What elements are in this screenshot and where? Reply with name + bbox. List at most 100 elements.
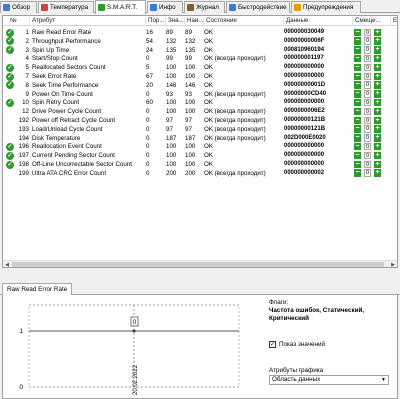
increment-shift-button[interactable]: + xyxy=(374,142,381,151)
increment-shift-button[interactable]: + xyxy=(374,160,381,168)
shift-value-field[interactable]: 0 xyxy=(364,63,371,72)
table-row[interactable]: ✓ 2 Throughput Performance 54 132 132 OK 000000… xyxy=(3,37,397,46)
scroll-thumb[interactable] xyxy=(12,262,384,267)
decrement-shift-button[interactable]: − xyxy=(354,116,361,124)
tab-6[interactable]: Предупреждения xyxy=(291,1,361,13)
shift-value-field[interactable]: 0 xyxy=(364,54,371,63)
shift-value-field[interactable]: 0 xyxy=(364,151,371,160)
increment-shift-button[interactable]: + xyxy=(374,107,381,116)
shift-value-field[interactable]: 0 xyxy=(364,125,371,133)
shift-value-field[interactable]: 0 xyxy=(364,98,371,107)
shift-value-field[interactable]: 0 xyxy=(364,107,371,116)
table-row[interactable]: 199 Ultra ATA CRC Error Count 0 200 200 OK (в… xyxy=(3,169,397,178)
decrement-shift-button[interactable]: − xyxy=(354,81,361,89)
table-row[interactable]: ✓ 1 Raw Read Error Rate 16 89 89 OK 00000003004… xyxy=(3,28,397,37)
shift-value-field[interactable]: 0 xyxy=(364,46,371,54)
increment-shift-button[interactable]: + xyxy=(374,28,381,36)
increment-shift-button[interactable]: + xyxy=(374,116,381,124)
decrement-shift-button[interactable]: − xyxy=(354,160,361,168)
table-row[interactable]: 194 Disk Temperature 0 187 187 OK (всегда про… xyxy=(3,134,397,143)
table-row[interactable]: 192 Power off Retract Cycle Count 0 97 97 OK … xyxy=(3,116,397,125)
shift-value-field[interactable]: 0 xyxy=(364,37,371,45)
increment-shift-button[interactable]: + xyxy=(374,151,381,160)
chart-attributes-select[interactable]: Область данных ▼ xyxy=(269,375,389,385)
decrement-shift-button[interactable]: − xyxy=(354,72,361,80)
increment-shift-button[interactable]: + xyxy=(374,125,381,133)
cell-state: OK (всегда проходит) xyxy=(204,134,266,142)
table-row[interactable]: ✓ 198 Off-Line Uncorrectable Sector Count 0… xyxy=(3,160,397,169)
cell-worst: 100 xyxy=(185,64,196,72)
shift-value-field[interactable]: 0 xyxy=(364,72,371,80)
decrement-shift-button[interactable]: − xyxy=(354,142,361,151)
decrement-shift-button[interactable]: − xyxy=(354,54,361,63)
column-header[interactable]: Атрибут xyxy=(30,17,146,26)
cell-attr: Raw Read Error Rate xyxy=(32,29,92,36)
decrement-shift-button[interactable]: − xyxy=(354,151,361,160)
table-row[interactable]: 193 Load/Unload Cycle Count 0 97 97 OK (всегд… xyxy=(3,125,397,134)
table-row[interactable]: 4 Start/Stop Count 0 99 99 OK (всегда проходи… xyxy=(3,54,397,63)
shift-value-field[interactable]: 0 xyxy=(364,81,371,89)
tab-raw-read-error-rate[interactable]: Raw Read Error Rate xyxy=(2,283,73,295)
table-row[interactable]: ✓ 7 Seek Error Rate 67 100 100 OK 000000000000−… xyxy=(3,72,397,81)
decrement-shift-button[interactable]: − xyxy=(354,90,361,98)
table-row[interactable]: 9 Power On Time Count 0 93 93 OK (всегда прох… xyxy=(3,90,397,99)
increment-shift-button[interactable]: + xyxy=(374,54,381,63)
shift-value-field[interactable]: 0 xyxy=(364,160,371,168)
table-row[interactable]: ✓ 197 Current Pending Sector Count 0 100 100 O… xyxy=(3,151,397,160)
increment-shift-button[interactable]: + xyxy=(374,169,381,177)
tab-4[interactable]: Журнал xyxy=(184,1,225,13)
table-row[interactable]: 12 Drive Power Cycle Count 0 100 100 OK (всег… xyxy=(3,107,397,116)
decrement-shift-button[interactable]: − xyxy=(354,28,361,36)
scroll-right-icon[interactable]: ▶ xyxy=(389,261,397,267)
column-header[interactable]: Зна... xyxy=(166,17,185,26)
decrement-shift-button[interactable]: − xyxy=(354,46,361,54)
table-row[interactable]: ✓ 3 Spin Up Time 24 135 135 OK 000810960194−0 + xyxy=(3,46,397,55)
column-header[interactable]: Пор... xyxy=(146,17,166,26)
cell-state: OK (всегда проходит) xyxy=(204,125,266,133)
horizontal-scrollbar[interactable]: ◀ ▶ xyxy=(3,260,397,267)
scroll-left-icon[interactable]: ◀ xyxy=(3,261,11,267)
decrement-shift-button[interactable]: − xyxy=(354,125,361,133)
show-values-checkbox[interactable]: ✓ xyxy=(269,341,276,348)
column-header[interactable]: № xyxy=(8,17,30,26)
decrement-shift-button[interactable]: − xyxy=(354,98,361,107)
increment-shift-button[interactable]: + xyxy=(374,46,381,54)
increment-shift-button[interactable]: + xyxy=(374,90,381,98)
tab-5[interactable]: Быстродействие xyxy=(226,1,290,13)
column-header[interactable]: Смеще... xyxy=(353,17,391,26)
log-icon xyxy=(187,4,194,11)
cell-val: 100 xyxy=(166,99,177,107)
tab-0[interactable]: Обзор xyxy=(0,1,37,13)
shift-value-field[interactable]: 0 xyxy=(364,90,371,98)
decrement-shift-button[interactable]: − xyxy=(354,63,361,72)
shift-value-field[interactable]: 0 xyxy=(364,169,371,177)
tab-label: S.M.A.R.T. xyxy=(107,4,138,11)
tab-3[interactable]: Инфо xyxy=(147,1,183,13)
tab-2[interactable]: S.M.A.R.T. xyxy=(95,0,146,14)
show-values-label: Показ значений xyxy=(279,341,326,348)
cell-state: OK xyxy=(204,143,213,151)
column-header[interactable]: Состояние xyxy=(204,17,284,26)
table-row[interactable]: ✓ 5 Reallocated Sectors Count 5 100 100 OK 0000… xyxy=(3,63,397,72)
shift-value-field[interactable]: 0 xyxy=(364,116,371,124)
decrement-shift-button[interactable]: − xyxy=(354,107,361,116)
increment-shift-button[interactable]: + xyxy=(374,72,381,80)
column-header[interactable]: Наи... xyxy=(185,17,204,26)
increment-shift-button[interactable]: + xyxy=(374,81,381,89)
increment-shift-button[interactable]: + xyxy=(374,98,381,107)
column-header[interactable]: Данные xyxy=(284,17,353,26)
increment-shift-button[interactable]: + xyxy=(374,134,381,142)
shift-value-field[interactable]: 0 xyxy=(364,142,371,151)
shift-value-field[interactable]: 0 xyxy=(364,28,371,36)
decrement-shift-button[interactable]: − xyxy=(354,37,361,45)
tab-1[interactable]: Температура xyxy=(38,1,94,13)
increment-shift-button[interactable]: + xyxy=(374,63,381,72)
table-row[interactable]: ✓ 10 Spin Retry Count 60 100 100 OK 00000000000… xyxy=(3,98,397,107)
table-row[interactable]: ✓ 8 Seek Time Performance 20 146 146 OK 0000000… xyxy=(3,81,397,90)
column-header[interactable]: Е xyxy=(391,17,397,26)
shift-value-field[interactable]: 0 xyxy=(364,134,371,142)
increment-shift-button[interactable]: + xyxy=(374,37,381,45)
decrement-shift-button[interactable]: − xyxy=(354,134,361,142)
table-row[interactable]: ✓ 196 Reallocation Event Count 0 100 100 OK 000… xyxy=(3,142,397,151)
decrement-shift-button[interactable]: − xyxy=(354,169,361,177)
